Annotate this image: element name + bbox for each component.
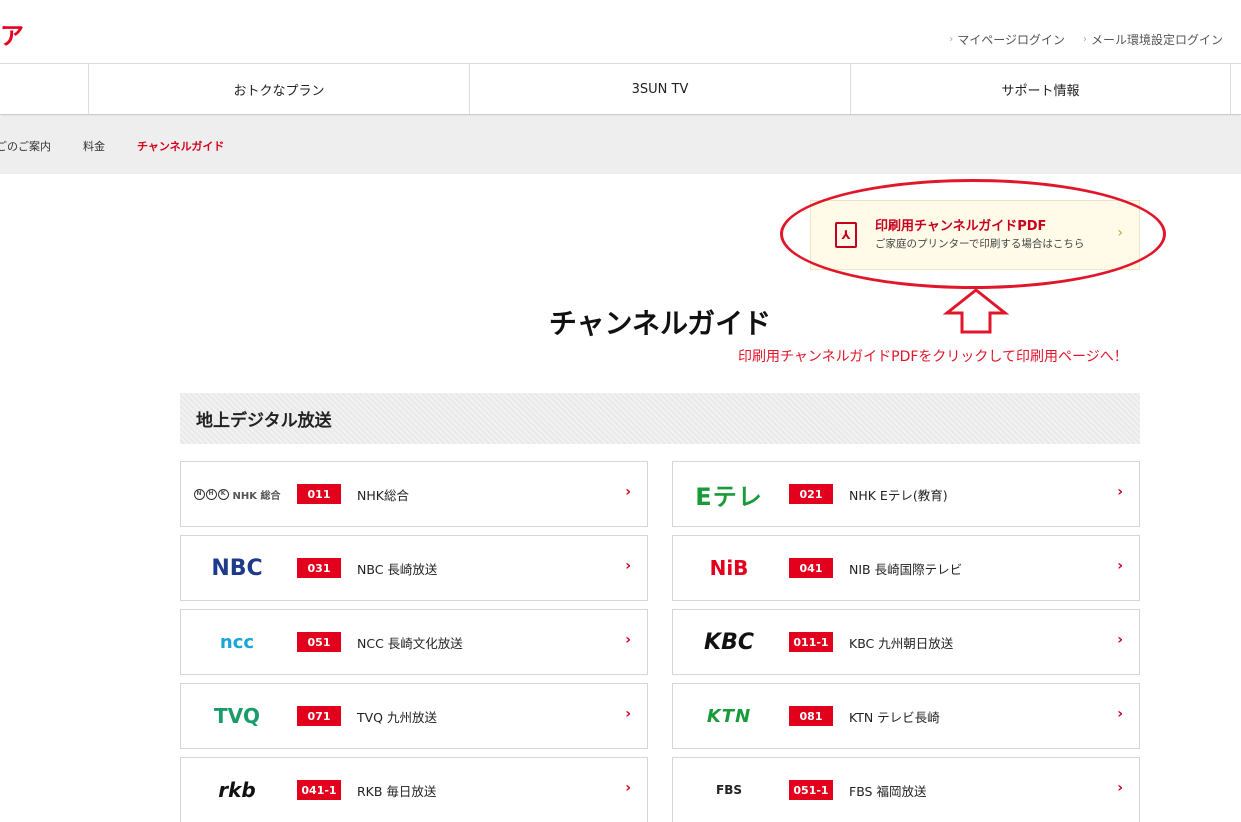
gnav-item-support[interactable]: サポート情報 — [850, 64, 1231, 114]
chevron-right-icon: › — [1117, 706, 1123, 722]
section-title: 地上デジタル放送 — [196, 411, 332, 431]
gnav-item-3sun-tv[interactable]: 3SUN TV — [469, 64, 850, 114]
page-title: チャンネルガイド — [548, 307, 772, 340]
channel-name: KBC 九州朝日放送 — [849, 635, 954, 651]
channel-card-ncc[interactable]: ncc 051 NCC 長崎文化放送 › — [180, 609, 648, 675]
kbc-logo: KBC — [704, 629, 754, 655]
subnav-item-channel-guide[interactable]: チャンネルガイド — [137, 138, 224, 154]
channel-number: 021 — [789, 484, 833, 504]
channel-card-nhk[interactable]: NHK NHK 総合 011 NHK総合 › — [180, 461, 648, 527]
channel-number: 041-1 — [297, 780, 341, 800]
channel-name: TVQ 九州放送 — [357, 709, 437, 725]
sub-nav: ごのご案内 料金 チャンネルガイド — [0, 117, 1241, 174]
channel-grid: NHK NHK 総合 011 NHK総合 › Eテレ 021 NHK Eテレ(教… — [180, 461, 1140, 822]
chevron-right-icon: › — [625, 632, 631, 648]
fbs-logo: FBS — [716, 783, 742, 797]
chevron-right-icon: › — [625, 706, 631, 722]
chevron-right-icon: › — [1117, 484, 1123, 500]
gnav-item-deals[interactable]: おトクなプラン — [88, 64, 469, 114]
chevron-right-icon: › — [625, 484, 631, 500]
mail-settings-login-label: メール環境設定ログイン — [1090, 33, 1223, 47]
section-header: 地上デジタル放送 — [180, 393, 1140, 444]
channel-card-kbc[interactable]: KBC 011-1 KBC 九州朝日放送 › — [672, 609, 1140, 675]
channel-name: NCC 長崎文化放送 — [357, 635, 463, 651]
chevron-right-icon: › — [1117, 632, 1123, 648]
etv-logo: Eテレ — [695, 482, 763, 511]
channel-number: 031 — [297, 558, 341, 578]
gnav-label: サポート情報 — [1001, 83, 1080, 99]
rkb-logo: rkb — [218, 778, 256, 802]
channel-name: NHK Eテレ(教育) — [849, 487, 948, 503]
channel-number: 051 — [297, 632, 341, 652]
channel-number: 011-1 — [789, 632, 833, 652]
nhk-dots-icon: NHK — [193, 488, 229, 500]
channel-name: NIB 長崎国際テレビ — [849, 561, 963, 577]
mypage-login-link[interactable]: › マイページログイン — [949, 31, 1065, 48]
chevron-right-icon: › — [1117, 558, 1123, 574]
tvq-logo: TVQ — [213, 704, 261, 728]
gnav-item-partial[interactable] — [0, 64, 88, 114]
channel-name: RKB 毎日放送 — [357, 783, 437, 799]
nhk-logo: NHK NHK 総合 — [185, 474, 289, 514]
channel-name: NHK総合 — [357, 487, 409, 503]
gnav-label: おトクなプラン — [233, 83, 325, 99]
channel-number: 081 — [789, 706, 833, 726]
chevron-right-icon: › — [1117, 780, 1123, 796]
top-links: › マイページログイン › メール環境設定ログイン — [949, 31, 1223, 48]
gnav-label: 3SUN TV — [631, 81, 689, 97]
global-nav: おトクなプラン 3SUN TV サポート情報 — [0, 63, 1241, 115]
site-logo[interactable]: ア — [0, 20, 24, 52]
ktn-logo: KTN — [706, 705, 752, 727]
channel-card-rkb[interactable]: rkb 041-1 RKB 毎日放送 › — [180, 757, 648, 822]
chevron-right-icon: › — [625, 558, 631, 574]
channel-number: 041 — [789, 558, 833, 578]
channel-card-nib[interactable]: NiB 041 NIB 長崎国際テレビ › — [672, 535, 1140, 601]
ncc-logo: ncc — [219, 631, 255, 653]
channel-name: KTN テレビ長崎 — [849, 709, 940, 725]
channel-number: 011 — [297, 484, 341, 504]
mail-settings-login-link[interactable]: › メール環境設定ログイン — [1083, 31, 1223, 48]
annotation-note: 印刷用チャンネルガイドPDFをクリックして印刷用ページへ！ — [738, 349, 1128, 365]
mypage-login-label: マイページログイン — [957, 33, 1065, 47]
channel-name: FBS 福岡放送 — [849, 783, 927, 799]
chevron-right-icon: › — [625, 780, 631, 796]
nib-logo: NiB — [709, 556, 749, 580]
channel-number: 051-1 — [789, 780, 833, 800]
chevron-right-icon: › — [949, 34, 954, 45]
channel-card-tvq[interactable]: TVQ 071 TVQ 九州放送 › — [180, 683, 648, 749]
channel-name: NBC 長崎放送 — [357, 561, 438, 577]
channel-card-etv[interactable]: Eテレ 021 NHK Eテレ(教育) › — [672, 461, 1140, 527]
channel-card-nbc[interactable]: NBC 031 NBC 長崎放送 › — [180, 535, 648, 601]
channel-number: 071 — [297, 706, 341, 726]
nhk-logo-text: NHK 総合 — [232, 490, 281, 502]
subnav-item-price[interactable]: 料金 — [83, 138, 105, 154]
channel-card-fbs[interactable]: FBS 051-1 FBS 福岡放送 › — [672, 757, 1140, 822]
annotation-ellipse — [780, 179, 1166, 289]
chevron-right-icon: › — [1082, 34, 1087, 45]
channel-card-ktn[interactable]: KTN 081 KTN テレビ長崎 › — [672, 683, 1140, 749]
nbc-logo: NBC — [211, 555, 263, 581]
subnav-item-guide[interactable]: ごのご案内 — [0, 138, 51, 154]
